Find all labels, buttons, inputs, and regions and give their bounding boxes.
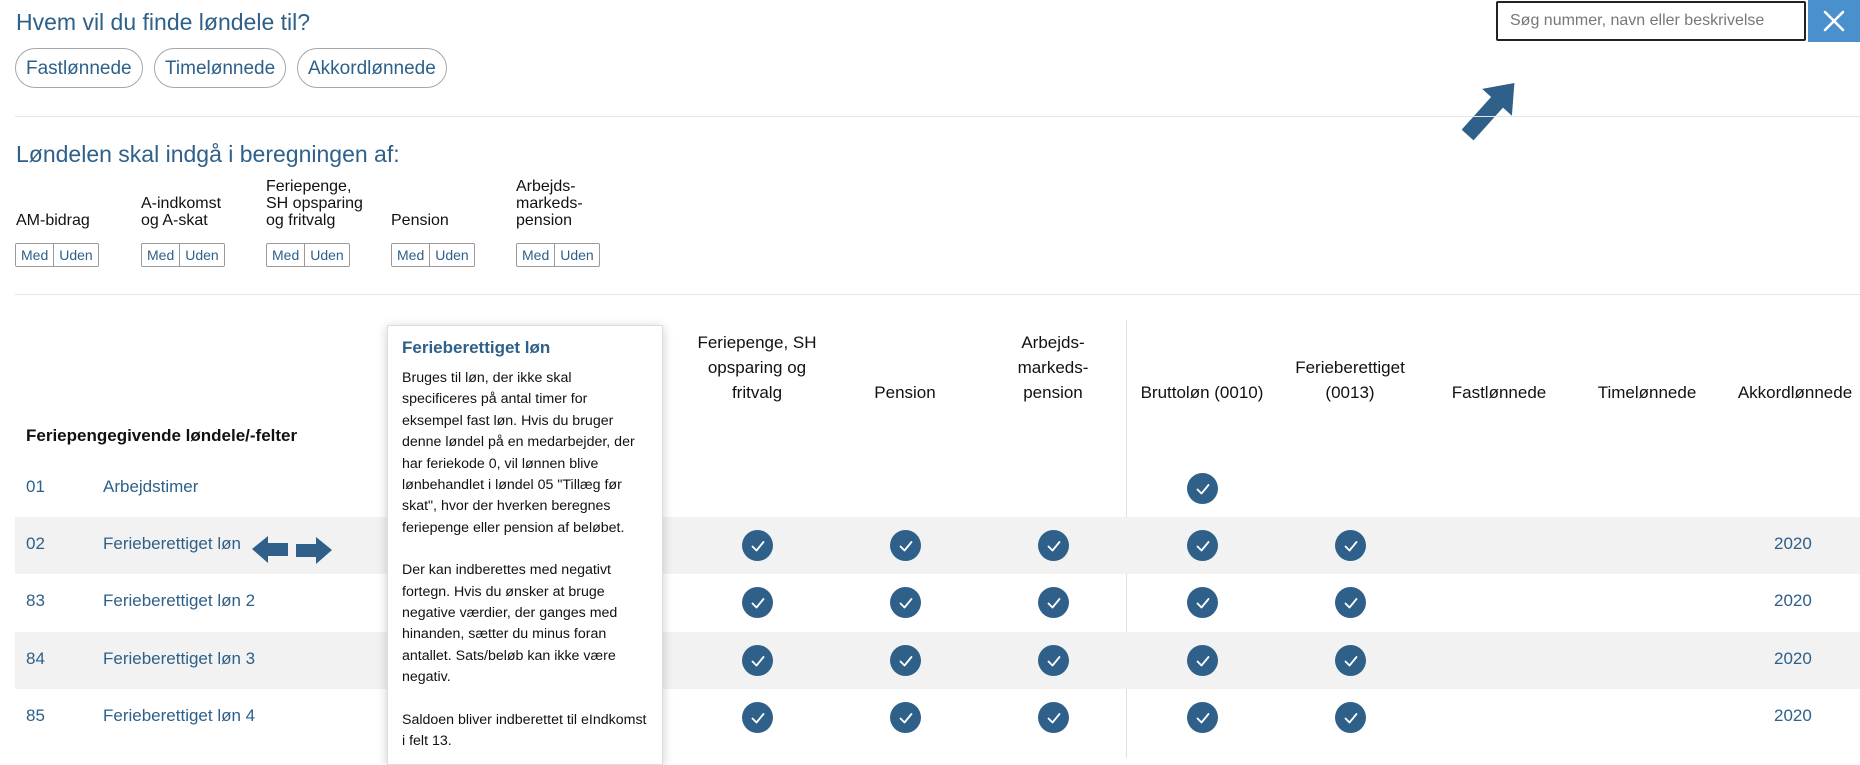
checkmark-icon xyxy=(890,702,921,733)
checkmark-icon xyxy=(1187,702,1218,733)
checkmark-icon xyxy=(1038,645,1069,676)
checkmark-icon xyxy=(742,530,773,561)
checkmark-icon xyxy=(1335,587,1366,618)
checkmark-icon xyxy=(1335,702,1366,733)
col-header-arbejdsmarkedspension: Arbejds-markeds-pension xyxy=(1017,333,1089,402)
toggle-feriepenge: Med Uden xyxy=(266,243,350,267)
toggle-a-indkomst: Med Uden xyxy=(141,243,225,267)
row-year: 2020 xyxy=(1774,591,1812,610)
filter-timelonnede-button[interactable]: Timelønnede xyxy=(154,48,287,88)
row-number: 84 xyxy=(26,649,45,668)
checkmark-icon xyxy=(1187,473,1218,504)
without-button[interactable]: Uden xyxy=(179,244,223,266)
without-button[interactable]: Uden xyxy=(53,244,97,266)
table-row[interactable]: 84 Ferieberettiget løn 3 2020 xyxy=(15,632,1860,689)
row-number: 85 xyxy=(26,706,45,725)
col-header-timelonnede: Timelønnede xyxy=(1597,383,1697,402)
with-button[interactable]: Med xyxy=(267,244,304,266)
close-button[interactable] xyxy=(1808,0,1860,42)
filter-fastlonnede-button[interactable]: Fastlønnede xyxy=(15,48,143,88)
checkmark-icon xyxy=(1187,587,1218,618)
checkmark-icon xyxy=(1187,645,1218,676)
with-button[interactable]: Med xyxy=(16,244,53,266)
checkmark-icon xyxy=(1335,645,1366,676)
checkmark-icon xyxy=(742,587,773,618)
left-right-arrows-icon xyxy=(252,536,332,564)
tooltip-title: Ferieberettiget løn xyxy=(402,338,551,357)
search-input[interactable] xyxy=(1496,1,1806,41)
checkmark-icon xyxy=(742,702,773,733)
row-year: 2020 xyxy=(1774,534,1812,553)
col-header-fastlonnede: Fastlønnede xyxy=(1451,383,1547,402)
row-year: 2020 xyxy=(1774,706,1812,725)
with-button[interactable]: Med xyxy=(392,244,429,266)
col-header-ferieberettiget: Ferieberettiget (0013) xyxy=(1295,358,1405,402)
checkmark-icon xyxy=(1038,587,1069,618)
toggle-am-bidrag: Med Uden xyxy=(15,243,99,267)
close-icon xyxy=(1823,10,1845,32)
table-row[interactable]: 85 Ferieberettiget løn 4 2020 xyxy=(15,689,1860,746)
section-title: Feriepengegivende løndele/-felter xyxy=(26,426,298,445)
checkmark-icon xyxy=(890,587,921,618)
col-header-bruttoloen: Bruttoløn (0010) xyxy=(1140,383,1264,402)
without-button[interactable]: Uden xyxy=(304,244,348,266)
without-button[interactable]: Uden xyxy=(554,244,598,266)
table-row[interactable]: 83 Ferieberettiget løn 2 2020 xyxy=(15,574,1860,631)
tooltip-popover: Ferieberettiget løn Bruges til løn, der … xyxy=(387,325,663,765)
divider xyxy=(15,294,1860,295)
label-arbejdsmarkedspension: Arbejds-markeds-pension xyxy=(516,178,583,229)
inclusion-heading: Løndelen skal indgå i beregningen af: xyxy=(16,141,400,167)
tooltip-paragraph: Saldoen bliver indberettet til eIndkomst… xyxy=(402,711,647,750)
checkmark-icon xyxy=(742,645,773,676)
row-name-link[interactable]: Ferieberettiget løn 3 xyxy=(103,649,255,669)
row-name-link[interactable]: Ferieberettiget løn 4 xyxy=(103,706,255,726)
tooltip-paragraph: Der kan indberettes med negativt fortegn… xyxy=(402,562,618,686)
row-name-link[interactable]: Arbejdstimer xyxy=(103,477,198,497)
checkmark-icon xyxy=(890,645,921,676)
row-year: 2020 xyxy=(1774,649,1812,668)
label-pension: Pension xyxy=(391,212,449,229)
page-heading: Hvem vil du finde løndele til? xyxy=(16,9,311,35)
checkmark-icon xyxy=(1187,530,1218,561)
divider xyxy=(15,116,1860,117)
without-button[interactable]: Uden xyxy=(429,244,473,266)
checkmark-icon xyxy=(1038,530,1069,561)
row-name-link[interactable]: Ferieberettiget løn 2 xyxy=(103,591,255,611)
row-number: 02 xyxy=(26,534,45,553)
label-am-bidrag: AM-bidrag xyxy=(16,212,90,229)
with-button[interactable]: Med xyxy=(142,244,179,266)
label-feriepenge: Feriepenge, SH opsparing og fritvalg xyxy=(266,178,363,229)
checkmark-icon xyxy=(1038,702,1069,733)
col-header-feriepenge: Feriepenge, SH opsparing og fritvalg xyxy=(697,333,817,402)
label-a-indkomst: A-indkomst og A-skat xyxy=(141,195,222,229)
row-name-link[interactable]: Ferieberettiget løn xyxy=(103,534,241,554)
toggle-arbejdsmarkedspension: Med Uden xyxy=(516,243,600,267)
table-row[interactable]: 01 Arbejdstimer xyxy=(15,460,1860,517)
pointer-arrow-icon xyxy=(1462,82,1515,141)
toggle-pension: Med Uden xyxy=(391,243,475,267)
row-number: 83 xyxy=(26,591,45,610)
checkmark-icon xyxy=(1335,530,1366,561)
filter-akkordlonnede-button[interactable]: Akkordlønnede xyxy=(297,48,447,88)
checkmark-icon xyxy=(890,530,921,561)
tooltip-paragraph: Bruges til løn, der ikke skal specificer… xyxy=(402,370,635,536)
row-number: 01 xyxy=(26,477,45,496)
col-header-akkordlonnede: Akkordlønnede xyxy=(1737,383,1853,402)
col-header-pension: Pension xyxy=(874,383,936,402)
with-button[interactable]: Med xyxy=(517,244,554,266)
